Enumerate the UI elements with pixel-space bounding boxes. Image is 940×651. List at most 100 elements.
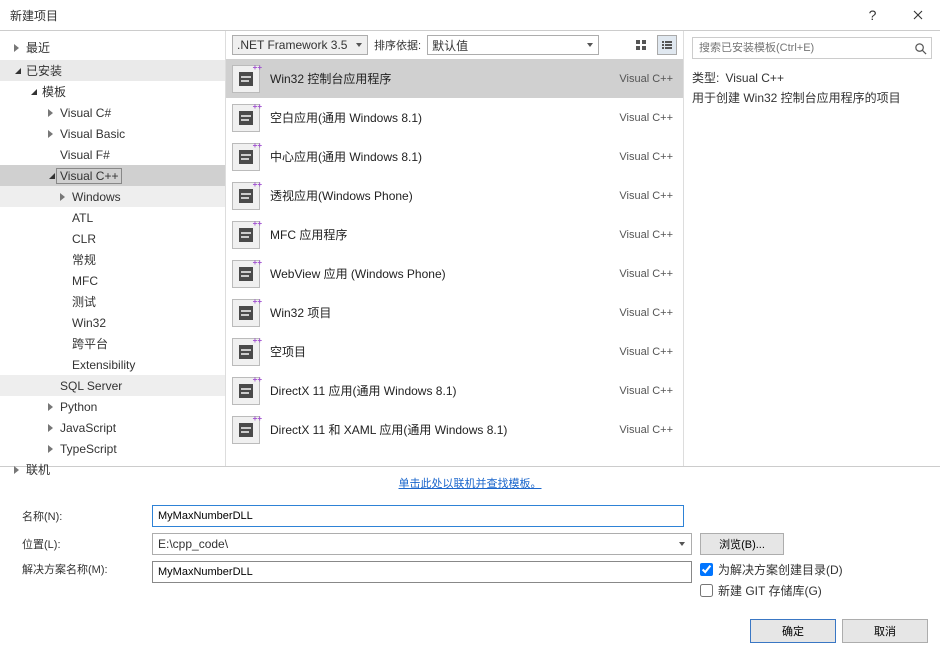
template-name: MFC 应用程序 [270,226,619,243]
close-icon [913,10,923,20]
template-language: Visual C++ [619,112,673,124]
browse-button[interactable]: 浏览(B)... [700,533,784,555]
template-icon: ++ [232,182,260,210]
template-item[interactable]: ++WebView 应用 (Windows Phone)Visual C++ [226,254,683,293]
chevron-down-icon [14,67,22,75]
solution-name-input[interactable] [152,561,692,583]
sidebar-online[interactable]: 联机 [0,461,225,478]
view-list-button[interactable] [657,35,677,55]
template-name: Win32 控制台应用程序 [270,70,619,87]
dialog-footer: 确定 取消 [750,619,928,643]
framework-select[interactable]: .NET Framework 3.5 [232,35,368,55]
sidebar-item-csharp[interactable]: Visual C# [0,102,225,123]
type-value: Visual C++ [725,71,783,85]
dialog-title: 新建项目 [10,7,850,24]
chevron-right-icon [48,403,56,411]
close-button[interactable] [895,0,940,30]
template-name: Win32 项目 [270,304,619,321]
git-checkbox[interactable]: 新建 GIT 存储库(G) [700,582,918,599]
solution-name-label: 解决方案名称(M): [22,561,152,577]
name-input[interactable] [152,505,684,527]
template-item[interactable]: ++ DirectX 11 和 XAML 应用(通用 Windows 8.1)Vi… [226,410,683,449]
form-area: 名称(N): 位置(L): E:\cpp_code\ 浏览(B)... 解决方案… [0,499,940,599]
template-icon: ++ [232,338,260,366]
sidebar-item-cpp-windows[interactable]: Windows [0,186,225,207]
ok-button[interactable]: 确定 [750,619,836,643]
online-templates-link[interactable]: 单击此处以联机并查找模板。 [399,478,542,490]
chevron-right-icon [48,109,56,117]
template-name: 空白应用(通用 Windows 8.1) [270,109,619,126]
template-language: Visual C++ [619,346,673,358]
search-icon[interactable] [909,38,931,58]
template-item[interactable]: ++DirectX 11 应用(通用 Windows 8.1)Visual C+… [226,371,683,410]
sidebar-item-cpp-mfc[interactable]: MFC [0,270,225,291]
location-label: 位置(L): [22,536,152,552]
chevron-down-icon [48,172,56,180]
template-language: Visual C++ [619,151,673,163]
template-item[interactable]: ++透视应用(Windows Phone)Visual C++ [226,176,683,215]
template-icon: ++ [232,377,260,405]
sidebar-templates[interactable]: 模板 [0,81,225,102]
template-icon: ++ [232,260,260,288]
sidebar-recent[interactable]: 最近 [0,37,225,58]
sidebar-item-javascript[interactable]: JavaScript [0,417,225,438]
template-item[interactable]: ++ 中心应用(通用 Windows 8.1)Visual C++ [226,137,683,176]
search-input[interactable] [693,42,909,54]
sidebar-item-cpp-常规[interactable]: 常规 [0,249,225,270]
chevron-right-icon [60,193,68,201]
template-item[interactable]: ++Win32 控制台应用程序Visual C++ [226,59,683,98]
template-item[interactable]: ++空白应用(通用 Windows 8.1)Visual C++ [226,98,683,137]
sidebar-item-typescript[interactable]: TypeScript [0,438,225,459]
help-button[interactable]: ? [850,0,895,30]
list-icon [661,39,673,51]
cancel-button[interactable]: 取消 [842,619,928,643]
template-item[interactable]: ++ Win32 项目Visual C++ [226,293,683,332]
location-input[interactable]: E:\cpp_code\ [152,533,692,555]
template-icon: ++ [232,299,260,327]
chevron-right-icon [14,466,22,474]
template-name: 空项目 [270,343,619,360]
sort-select[interactable]: 默认值 [427,35,599,55]
view-icons-button[interactable] [631,35,651,55]
chevron-right-icon [48,130,56,138]
chevron-right-icon [14,44,22,52]
template-icon: ++ [232,416,260,444]
sidebar-item-fsharp[interactable]: Visual F# [0,144,225,165]
sidebar-item-sql-server[interactable]: SQL Server [0,375,225,396]
template-language: Visual C++ [619,424,673,436]
sidebar-item-cpp-extensibility[interactable]: Extensibility [0,354,225,375]
sidebar-item-cpp[interactable]: Visual C++ [0,165,225,186]
sidebar-item-cpp-跨平台[interactable]: 跨平台 [0,333,225,354]
sidebar-item-cpp-win32[interactable]: Win32 [0,312,225,333]
sidebar-item-cpp-atl[interactable]: ATL [0,207,225,228]
template-name: DirectX 11 和 XAML 应用(通用 Windows 8.1) [270,421,619,438]
template-name: 中心应用(通用 Windows 8.1) [270,148,619,165]
chevron-down-icon [30,88,38,96]
template-name: WebView 应用 (Windows Phone) [270,265,619,282]
template-language: Visual C++ [619,229,673,241]
sidebar-item-cpp-测试[interactable]: 测试 [0,291,225,312]
sidebar-item-vb[interactable]: Visual Basic [0,123,225,144]
sidebar-installed[interactable]: 已安装 [0,60,225,81]
template-icon: ++ [232,65,260,93]
type-label: 类型: [692,71,719,85]
sidebar-item-cpp-clr[interactable]: CLR [0,228,225,249]
search-box[interactable] [692,37,932,59]
template-item[interactable]: ++ MFC 应用程序Visual C++ [226,215,683,254]
grid-icon [635,39,647,51]
sort-label: 排序依据: [374,37,421,53]
name-label: 名称(N): [22,508,152,524]
template-icon: ++ [232,221,260,249]
sidebar-item-python[interactable]: Python [0,396,225,417]
description-text: 用于创建 Win32 控制台应用程序的项目 [692,91,901,105]
template-icon: ++ [232,143,260,171]
templates-panel: .NET Framework 3.5 排序依据: 默认值 ++ Win32 控制台… [225,31,684,466]
template-language: Visual C++ [619,190,673,202]
sidebar: 最近 已安装 模板 Visual C# Visual Basic [0,31,225,466]
template-language: Visual C++ [619,385,673,397]
template-language: Visual C++ [619,307,673,319]
create-directory-checkbox[interactable]: 为解决方案创建目录(D) [700,561,918,578]
template-item[interactable]: ++ 空项目Visual C++ [226,332,683,371]
template-list[interactable]: ++Win32 控制台应用程序Visual C++++空白应用(通用 Windo… [226,59,683,466]
description: 类型: Visual C++ 用于创建 Win32 控制台应用程序的项目 [692,69,932,108]
